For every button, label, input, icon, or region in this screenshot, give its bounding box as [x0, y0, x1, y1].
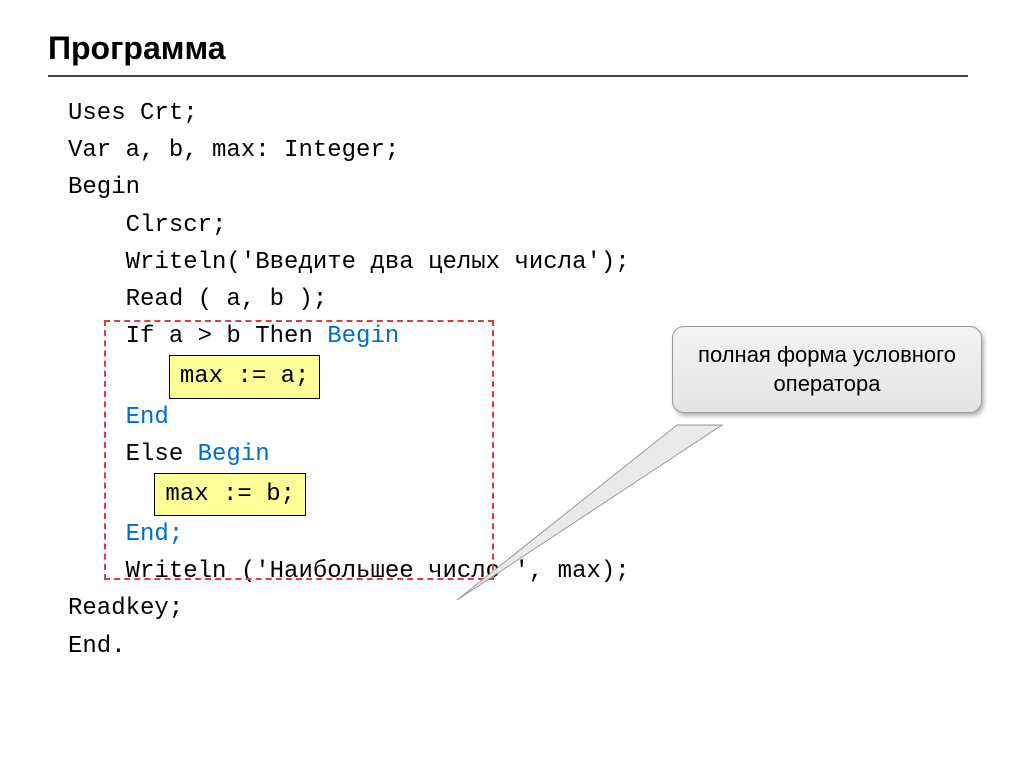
- code-line: Var a, b, max: Integer;: [68, 132, 984, 169]
- code-line: Uses Crt;: [68, 95, 984, 132]
- highlight-max-a: max := a;: [169, 355, 321, 398]
- code-line: Readkey;: [68, 590, 984, 627]
- callout-bubble: полная форма условного оператора: [672, 326, 982, 413]
- keyword-end: End;: [68, 516, 984, 553]
- title-underline: [48, 75, 968, 77]
- keyword-begin: Begin: [327, 323, 399, 350]
- code-line: Begin: [68, 169, 984, 206]
- code-line: Else Begin: [68, 436, 984, 473]
- code-line: Writeln('Введите два целых числа');: [68, 244, 984, 281]
- code-line: Read ( a, b );: [68, 281, 984, 318]
- code-line: Writeln ('Наибольшее число ', max);: [68, 553, 984, 590]
- page-title: Программа: [48, 30, 984, 67]
- code-line: End.: [68, 628, 984, 665]
- highlight-max-b: max := b;: [154, 473, 306, 516]
- code-line: Clrscr;: [68, 207, 984, 244]
- keyword-begin: Begin: [198, 441, 270, 468]
- code-line: max := b;: [68, 473, 984, 516]
